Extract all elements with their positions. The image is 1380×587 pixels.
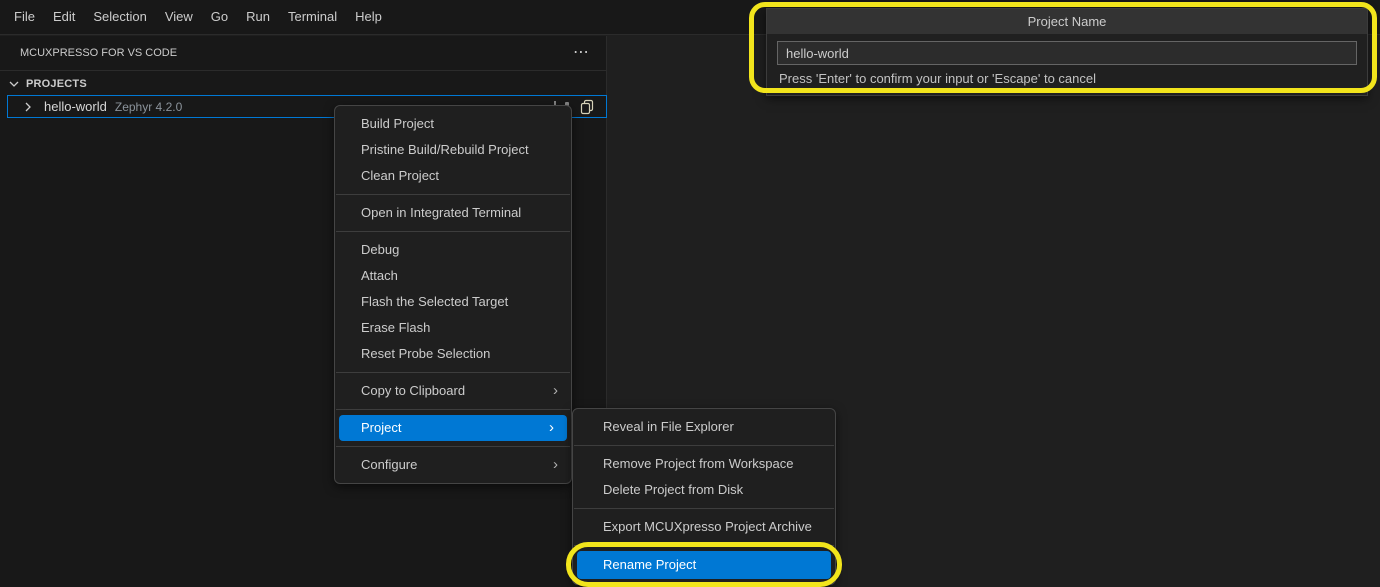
copy-icon[interactable] [578,98,596,116]
chevron-right-icon[interactable] [20,99,36,115]
dialog-title: Project Name [767,9,1367,34]
menu-item-clean-project[interactable]: Clean Project [335,163,571,189]
menu-item-attach[interactable]: Attach [335,263,571,289]
project-submenu: Reveal in File Explorer Remove Project f… [572,408,836,585]
menu-edit[interactable]: Edit [44,6,84,28]
menu-file[interactable]: File [5,6,44,28]
menu-go[interactable]: Go [202,6,237,28]
menu-item-pristine-build[interactable]: Pristine Build/Rebuild Project [335,137,571,163]
project-name-input[interactable] [777,41,1357,65]
menu-item-debug[interactable]: Debug [335,237,571,263]
menu-separator [336,194,570,195]
menu-separator [574,508,834,509]
submenu-chevron-icon: › [553,378,558,404]
menu-item-build-project[interactable]: Build Project [335,111,571,137]
menu-separator [336,409,570,410]
project-context-menu: Build Project Pristine Build/Rebuild Pro… [334,105,572,484]
projects-section-label: PROJECTS [26,78,87,90]
menu-item-configure[interactable]: Configure › [335,452,571,478]
projects-section-header[interactable]: PROJECTS [0,72,606,96]
submenu-chevron-icon: › [549,415,554,441]
menu-terminal[interactable]: Terminal [279,6,346,28]
sidebar-header: MCUXPRESSO FOR VS CODE ⋯ [0,36,606,71]
menu-selection[interactable]: Selection [84,6,155,28]
menu-item-delete-project-from-disk[interactable]: Delete Project from Disk [573,477,835,503]
menu-item-open-integrated-terminal[interactable]: Open in Integrated Terminal [335,200,571,226]
submenu-chevron-icon: › [553,452,558,478]
menu-item-label: Copy to Clipboard [361,383,465,398]
menu-item-remove-project-from-workspace[interactable]: Remove Project from Workspace [573,451,835,477]
menu-help[interactable]: Help [346,6,391,28]
dialog-body: Press 'Enter' to confirm your input or '… [767,34,1367,95]
menu-item-copy-to-clipboard[interactable]: Copy to Clipboard › [335,378,571,404]
menu-view[interactable]: View [156,6,202,28]
menu-separator [574,445,834,446]
menu-item-reveal-in-file-explorer[interactable]: Reveal in File Explorer [573,414,835,440]
menu-separator [574,545,834,546]
menu-separator [336,446,570,447]
rename-project-dialog: Project Name Press 'Enter' to confirm yo… [766,8,1368,96]
menu-separator [336,231,570,232]
menu-item-export-mcuxpresso-project-archive[interactable]: Export MCUXpresso Project Archive [573,514,835,540]
menu-item-rename-project[interactable]: Rename Project [577,551,831,579]
menu-item-label: Configure [361,457,417,472]
menu-item-reset-probe-selection[interactable]: Reset Probe Selection [335,341,571,367]
menu-item-label: Project [361,420,401,435]
menu-run[interactable]: Run [237,6,279,28]
more-actions-icon[interactable]: ⋯ [569,46,594,60]
menu-item-erase-flash[interactable]: Erase Flash [335,315,571,341]
project-name-label: hello-world [44,99,107,114]
sidebar-title: MCUXPRESSO FOR VS CODE [20,47,569,59]
menu-item-project[interactable]: Project › [339,415,567,441]
menu-separator [336,372,570,373]
chevron-down-icon [6,76,22,92]
dialog-helper-text: Press 'Enter' to confirm your input or '… [777,71,1357,88]
menu-item-flash-selected-target[interactable]: Flash the Selected Target [335,289,571,315]
